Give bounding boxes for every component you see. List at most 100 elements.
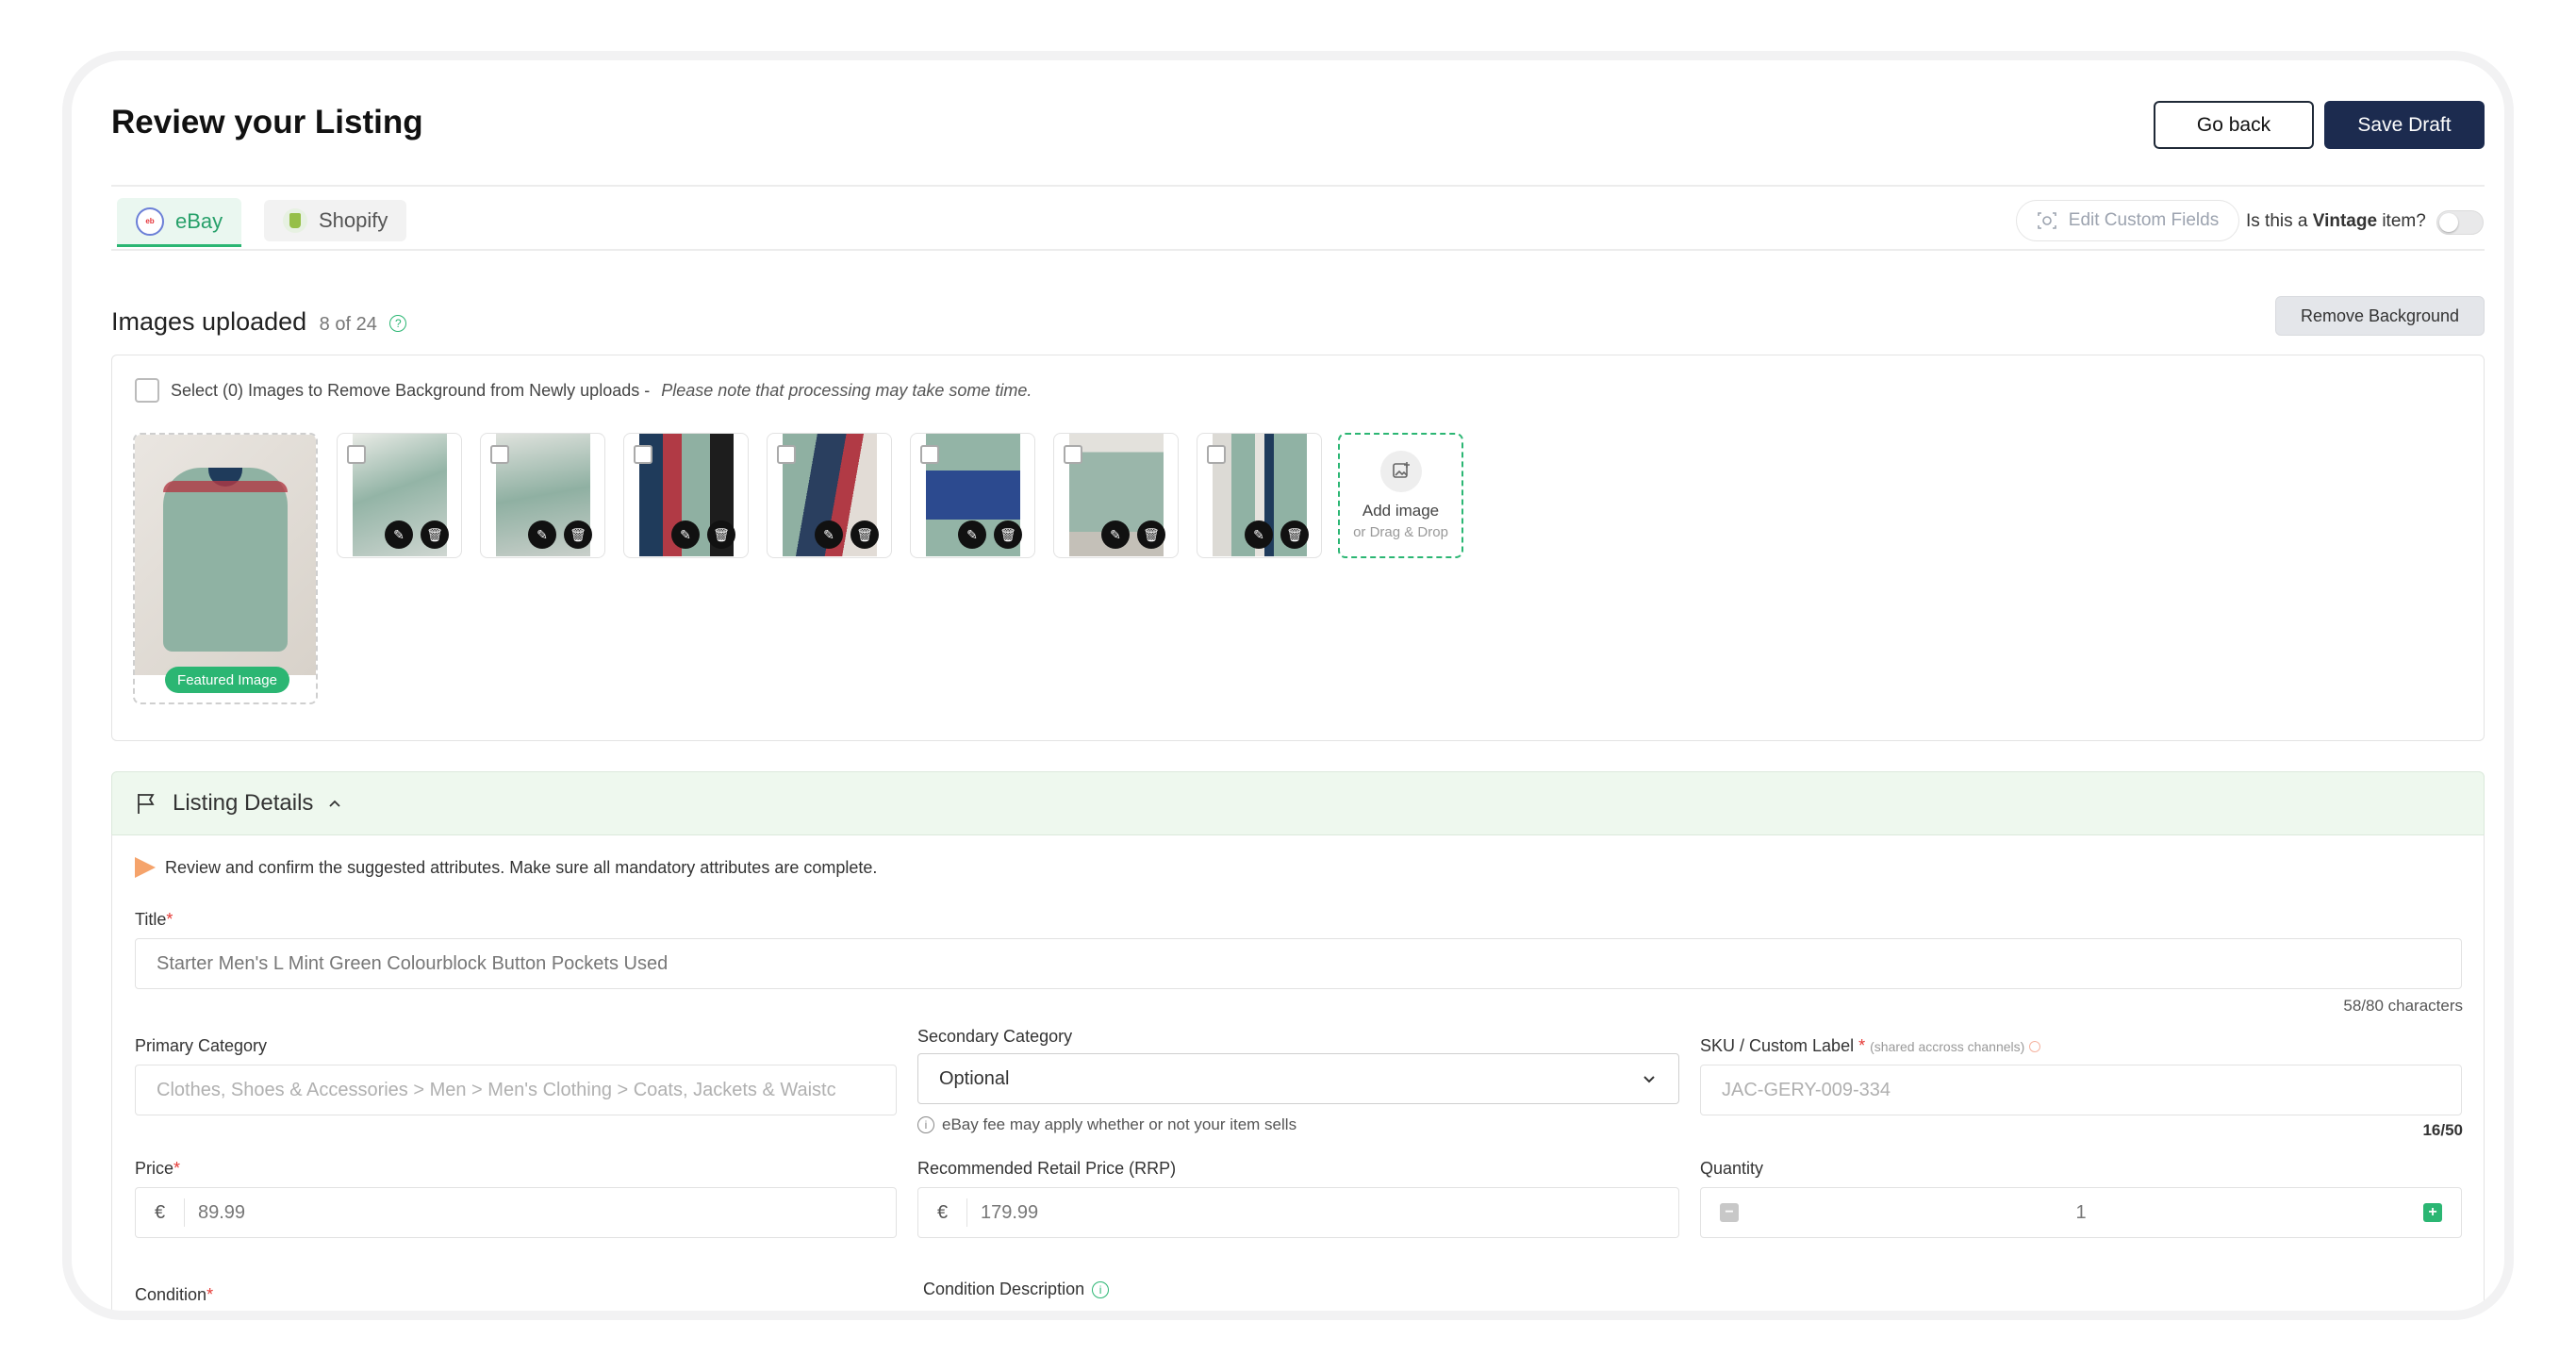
- secondary-hint-text: eBay fee may apply whether or not your i…: [942, 1115, 1297, 1133]
- trash-icon[interactable]: 🗑: [707, 520, 735, 549]
- image-thumbnail[interactable]: ✎ 🗑: [910, 433, 1035, 558]
- image-thumbnail[interactable]: ✎ 🗑: [623, 433, 749, 558]
- increment-button[interactable]: +: [2423, 1203, 2442, 1222]
- vintage-toggle[interactable]: [2436, 210, 2484, 235]
- edit-icon[interactable]: ✎: [1101, 520, 1130, 549]
- title-input[interactable]: Starter Men's L Mint Green Colourblock B…: [135, 938, 2462, 989]
- flag-icon: [138, 794, 155, 814]
- trash-icon[interactable]: 🗑: [421, 520, 449, 549]
- vintage-bold: Vintage: [2312, 211, 2378, 231]
- title-char-count: 58/80 characters: [2343, 997, 2463, 1015]
- images-section-title: Images uploaded 8 of 24 ?: [111, 307, 407, 337]
- thumbnail-checkbox[interactable]: [777, 445, 796, 464]
- edit-icon[interactable]: ✎: [815, 520, 843, 549]
- remove-background-button[interactable]: Remove Background: [2275, 296, 2485, 336]
- price-label: Price*: [135, 1159, 181, 1178]
- quantity-label: Quantity: [1700, 1159, 1764, 1178]
- title-value: Starter Men's L Mint Green Colourblock B…: [157, 952, 669, 974]
- tab-ebay[interactable]: eb eBay: [117, 198, 242, 247]
- image-thumbnail[interactable]: ✎ 🗑: [1197, 433, 1322, 558]
- quantity-stepper[interactable]: − 1 +: [1700, 1187, 2462, 1238]
- shopify-logo-icon: [283, 208, 307, 233]
- images-title-text: Images uploaded: [111, 307, 307, 336]
- listing-details-title: Listing Details: [173, 790, 314, 816]
- condition-label: Condition*: [135, 1285, 214, 1304]
- thumbnail-checkbox[interactable]: [920, 445, 939, 464]
- featured-image[interactable]: Featured Image: [133, 433, 318, 704]
- thumbnail-checkbox[interactable]: [1207, 445, 1226, 464]
- secondary-category-select[interactable]: Optional: [917, 1053, 1679, 1104]
- decrement-button[interactable]: −: [1720, 1203, 1739, 1222]
- images-count: 8 of 24: [319, 314, 377, 335]
- image-thumbnail[interactable]: ✎ 🗑: [1053, 433, 1179, 558]
- thumbnail-checkbox[interactable]: [1064, 445, 1082, 464]
- arrow-icon: [135, 857, 156, 878]
- secondary-category-hint: i eBay fee may apply whether or not your…: [917, 1115, 1296, 1134]
- trash-icon[interactable]: 🗑: [564, 520, 592, 549]
- go-back-button[interactable]: Go back: [2154, 101, 2314, 149]
- image-thumbnail[interactable]: ✎ 🗑: [337, 433, 462, 558]
- info-icon: [2029, 1041, 2041, 1053]
- add-image-hint: or Drag & Drop: [1353, 524, 1448, 540]
- save-draft-button[interactable]: Save Draft: [2324, 101, 2485, 149]
- currency-symbol: €: [136, 1198, 185, 1227]
- image-thumbnail[interactable]: ✎ 🗑: [480, 433, 605, 558]
- trash-icon[interactable]: 🗑: [850, 520, 879, 549]
- condition-description-input[interactable]: [923, 1312, 2462, 1320]
- edit-icon[interactable]: ✎: [385, 520, 413, 549]
- tab-label: Shopify: [319, 208, 388, 232]
- title-label: Title*: [135, 910, 173, 929]
- edit-icon[interactable]: ✎: [528, 520, 556, 549]
- vintage-prefix: Is this a: [2246, 211, 2308, 231]
- trash-icon[interactable]: 🗑: [1280, 520, 1309, 549]
- rrp-value: 179.99: [981, 1201, 1039, 1223]
- help-icon[interactable]: ?: [389, 314, 407, 332]
- featured-badge: Featured Image: [165, 667, 289, 693]
- add-image-dropzone[interactable]: Add image or Drag & Drop: [1338, 433, 1463, 558]
- trash-icon[interactable]: 🗑: [1137, 520, 1165, 549]
- edit-icon[interactable]: ✎: [958, 520, 986, 549]
- edit-icon[interactable]: ✎: [1245, 520, 1273, 549]
- rrp-label: Recommended Retail Price (RRP): [917, 1159, 1177, 1178]
- sku-label: SKU / Custom Label * (shared accross cha…: [1700, 1036, 2041, 1056]
- ebay-logo-icon: eb: [136, 206, 164, 236]
- tabs-divider: [111, 249, 2485, 251]
- add-image-icon: [1379, 451, 1422, 492]
- tab-label: eBay: [175, 208, 223, 233]
- edit-icon[interactable]: ✎: [671, 520, 700, 549]
- info-icon[interactable]: i: [1092, 1280, 1110, 1298]
- listing-details-body: Review and confirm the suggested attribu…: [111, 834, 2485, 1320]
- select-all-checkbox[interactable]: [135, 378, 159, 403]
- thumbnail-checkbox[interactable]: [634, 445, 652, 464]
- notice-text: Review and confirm the suggested attribu…: [165, 857, 878, 877]
- secondary-category-value: Optional: [939, 1067, 1010, 1089]
- listing-page: Review your Listing Go back Save Draft e…: [111, 60, 2485, 1320]
- condition-select[interactable]: [135, 1317, 897, 1320]
- thumbnail-checkbox[interactable]: [490, 445, 509, 464]
- vintage-question: Is this a Vintage item?: [2246, 211, 2426, 232]
- add-image-label: Add image: [1362, 502, 1440, 520]
- primary-category-field[interactable]: Clothes, Shoes & Accessories > Men > Men…: [135, 1065, 897, 1115]
- sku-input[interactable]: JAC-GERY-009-334: [1700, 1065, 2462, 1115]
- edit-custom-fields-label: Edit Custom Fields: [2068, 210, 2220, 230]
- settings-scan-icon: [2037, 212, 2056, 229]
- chevron-down-icon: [1643, 1076, 1655, 1083]
- primary-category-label: Primary Category: [135, 1036, 268, 1055]
- vintage-suffix: item?: [2382, 211, 2426, 231]
- condition-description-label: Condition Description i: [923, 1280, 1110, 1299]
- sku-note: (shared accross channels): [1870, 1039, 2025, 1054]
- image-thumbnail[interactable]: ✎ 🗑: [767, 433, 892, 558]
- rrp-input[interactable]: € 179.99: [917, 1187, 1679, 1238]
- trash-icon[interactable]: 🗑: [994, 520, 1022, 549]
- select-images-text: Select (0) Images to Remove Background f…: [171, 380, 651, 400]
- chevron-up-icon[interactable]: [326, 795, 343, 812]
- tab-shopify[interactable]: Shopify: [264, 200, 407, 241]
- listing-details-header[interactable]: Listing Details: [111, 771, 2485, 835]
- page-title: Review your Listing: [111, 104, 423, 140]
- thumbnail-checkbox[interactable]: [347, 445, 366, 464]
- secondary-category-label: Secondary Category: [917, 1027, 1073, 1046]
- edit-custom-fields-button[interactable]: Edit Custom Fields: [2016, 200, 2239, 241]
- header-divider: [111, 185, 2485, 187]
- featured-photo: [135, 435, 316, 675]
- price-input[interactable]: € 89.99: [135, 1187, 897, 1238]
